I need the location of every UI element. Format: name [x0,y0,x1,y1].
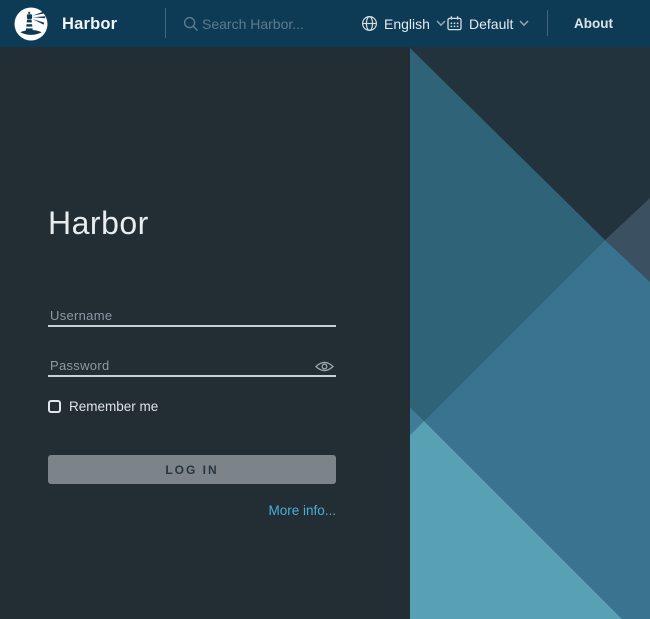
search-box [183,0,352,47]
chevron-down-icon [519,20,529,27]
nav-divider [547,10,548,36]
password-input[interactable] [48,349,336,375]
log-in-button[interactable]: LOG IN [48,455,336,484]
top-nav: Harbor English Default [0,0,650,47]
eye-icon [315,360,334,373]
brand-title: Harbor [62,15,117,34]
about-link[interactable]: About [574,0,613,47]
theme-dropdown[interactable]: Default [446,0,529,47]
remember-me-checkbox[interactable] [48,400,61,413]
login-panel: Harbor Remember me LOG IN More info... [0,47,410,619]
password-field-wrap [48,349,336,377]
harbor-logo-icon [14,7,48,41]
calendar-icon [446,15,463,32]
remember-me-label: Remember me [69,399,158,414]
search-input[interactable] [202,13,352,35]
nav-divider [165,8,166,38]
language-dropdown[interactable]: English [361,0,446,47]
language-label: English [384,16,430,32]
username-field-wrap [48,299,336,327]
theme-label: Default [469,16,513,32]
remember-me-row[interactable]: Remember me [48,399,158,414]
chevron-down-icon [436,20,446,27]
more-info-link[interactable]: More info... [48,503,336,518]
triangle-art [410,47,650,619]
brand-link[interactable]: Harbor [14,6,154,42]
username-input[interactable] [48,299,336,325]
globe-icon [361,15,378,32]
password-visibility-toggle[interactable] [315,359,335,374]
page-title: Harbor [48,205,149,242]
search-icon [183,16,199,32]
background-artwork [410,47,650,619]
